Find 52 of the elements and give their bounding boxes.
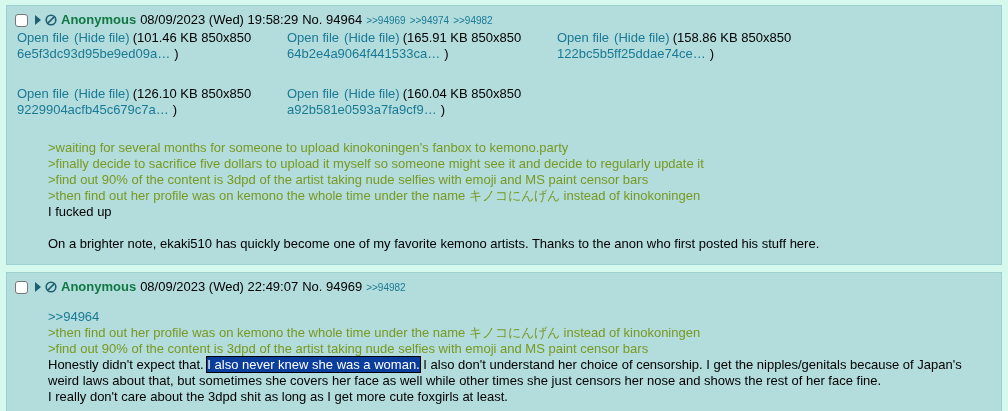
backlink[interactable]: >>94982: [453, 12, 493, 28]
open-file-link[interactable]: Open file: [557, 30, 610, 46]
open-file-link[interactable]: Open file: [287, 30, 340, 46]
caret-icon[interactable]: [35, 15, 41, 25]
post-datetime: 08/09/2023 (Wed) 22:49:07: [140, 278, 299, 297]
file-info: (158.86 KB 850x850: [672, 30, 792, 46]
backlink[interactable]: >>94974: [409, 12, 450, 28]
prohibit-icon[interactable]: [45, 14, 57, 26]
closing-parenthesis: ): [709, 46, 714, 62]
hide-file-link[interactable]: (Hide file): [614, 30, 670, 46]
greentext-line: >finally decide to sacrifice five dollars to upload it myself so someone might see it and decide to regularly update it: [48, 156, 704, 172]
file-info: (126.10 KB 850x850: [132, 86, 252, 102]
closing-parenthesis: ): [444, 46, 449, 62]
backlink[interactable]: >>94982: [366, 279, 406, 295]
poster-name: Anonymous: [61, 11, 137, 30]
post-text: I really don't care about the 3dpd shit as long as I get more cute foxgirls at least.: [48, 389, 509, 405]
file-info: (160.04 KB 850x850: [402, 86, 522, 102]
post-number[interactable]: No. 94964: [302, 10, 363, 30]
greentext-line: >find out 90% of the content is 3dpd of the artist taking nude selfies with emoji and MS paint censor bars: [48, 172, 649, 188]
select-checkbox[interactable]: [15, 280, 28, 294]
greentext-line: >then find out her profile was on kemono the whole time under the name キノコにんげん instead of kinokoningen: [48, 188, 701, 204]
closing-parenthesis: ): [440, 102, 445, 118]
greentext-line: >waiting for several months for someone to upload kinokoningen's fanbox to kemono.party: [48, 140, 569, 156]
hide-file-link[interactable]: (Hide file): [74, 86, 130, 102]
backlink[interactable]: >>94969: [366, 12, 406, 28]
post-number[interactable]: No. 94969: [302, 277, 363, 297]
prohibit-icon[interactable]: [45, 281, 57, 293]
greentext-line: >find out 90% of the content is 3dpd of the artist taking nude selfies with emoji and MS paint censor bars: [48, 341, 649, 357]
open-file-link[interactable]: Open file: [17, 30, 70, 46]
file-name-link[interactable]: 9229904acfb45c679c7a…: [17, 102, 169, 118]
post-text: Honestly didn't expect that. I also never knew she was a woman. I also don't understand her choice of censorship. I get the nipples/genitals because of Japan's weird laws about that, but sometimes she covers her face as well while other times she just censors her nose and shows the rest of her face fine.: [48, 357, 963, 389]
file-name-link[interactable]: 64b2e4a9064f441533ca…: [287, 46, 441, 62]
open-file-link[interactable]: Open file: [287, 86, 340, 102]
hide-file-link[interactable]: (Hide file): [74, 30, 130, 46]
file-info: (165.91 KB 850x850: [402, 30, 522, 46]
quote-link[interactable]: >>94964: [48, 309, 100, 325]
open-file-link[interactable]: Open file: [17, 86, 70, 102]
file-name-link[interactable]: 122bc5b5ff25ddae74ce…: [557, 46, 706, 62]
hide-file-link[interactable]: (Hide file): [344, 30, 400, 46]
post-datetime: 08/09/2023 (Wed) 19:58:29: [140, 11, 299, 30]
closing-parenthesis: ): [174, 46, 179, 62]
hide-file-link[interactable]: (Hide file): [344, 86, 400, 102]
select-checkbox[interactable]: [15, 13, 28, 27]
file-name-link[interactable]: 6e5f3dc93d95be9ed09a…: [17, 46, 171, 62]
greentext-line: >then find out her profile was on kemono the whole time under the name キノコにんげん instead of kinokoningen: [48, 325, 701, 341]
post-text: On a brighter note, ekaki510 has quickly become one of my favorite kemono artists. Thanks to the anon who first posted his stuff here.: [48, 236, 821, 252]
caret-icon[interactable]: [35, 282, 41, 292]
closing-parenthesis: ): [172, 102, 178, 118]
file-name-link[interactable]: a92b581e0593a7fa9cf9…: [287, 102, 437, 118]
post-text: I fucked up: [48, 204, 113, 220]
poster-name: Anonymous: [61, 278, 137, 297]
file-info: (101.46 KB 850x850: [132, 30, 252, 46]
